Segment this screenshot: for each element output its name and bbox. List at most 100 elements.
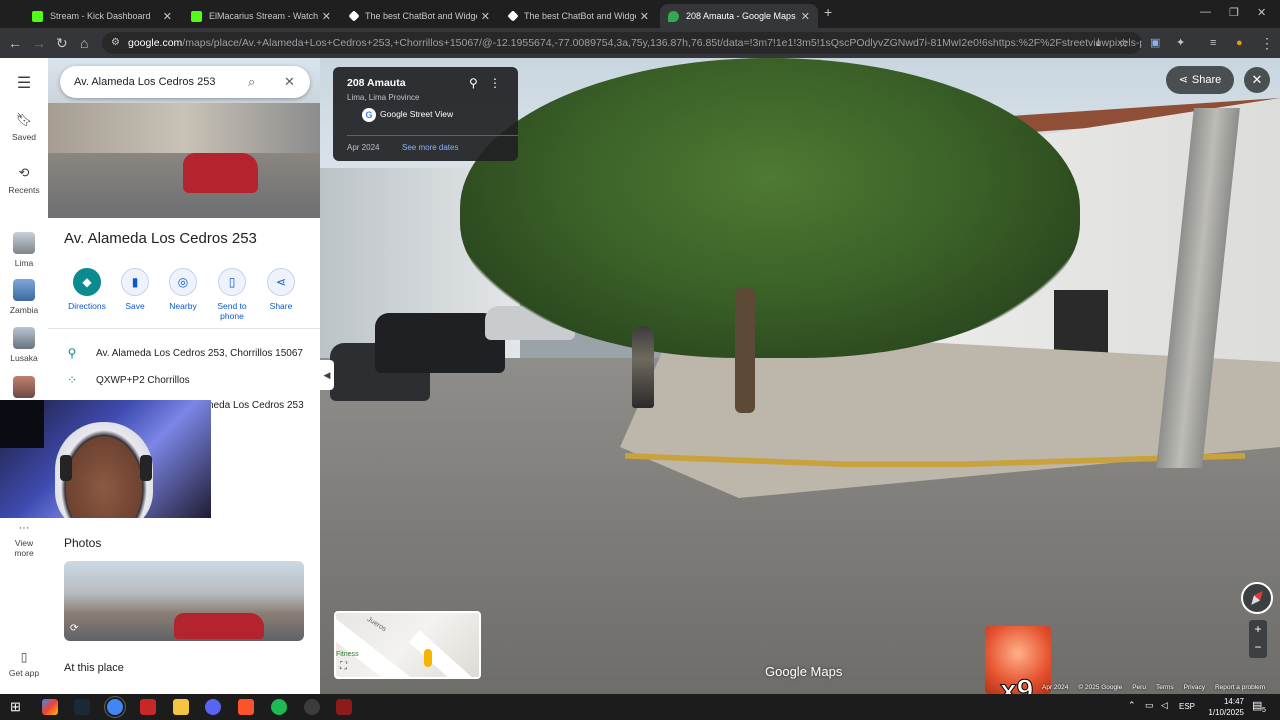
save-button[interactable]: ▮ Save [110,268,160,311]
search-input[interactable]: Av. Alameda Los Cedros 253 ⌕ ✕ [60,66,310,98]
webcam-overlay [0,400,211,518]
media-controls-icon[interactable]: ≡ [1210,34,1216,52]
site-info-icon[interactable]: ⚙ [111,32,120,54]
clear-search-icon[interactable]: ✕ [284,66,295,98]
close-street-view-icon[interactable]: ✕ [1244,67,1270,93]
pedestrian [632,326,654,408]
minimize-icon[interactable]: — [1200,6,1211,18]
copilot-icon[interactable] [42,699,58,715]
tab-google-maps[interactable]: 208 Amauta - Google Maps ✕ [660,4,818,28]
discord-icon[interactable] [205,699,221,715]
directions-icon: ◆ [73,268,101,296]
rail-recent-lima[interactable]: Lima [0,232,48,268]
reload-icon[interactable]: ↻ [56,34,68,52]
kick-icon [191,10,202,22]
chrome-icon[interactable] [107,699,123,715]
mini-map[interactable]: Jueros Fitness ⛶ [334,611,481,679]
obs-icon[interactable] [304,699,320,715]
extensions-icon[interactable]: ✦ [1176,34,1185,52]
bookmark-icon: ▮ [121,268,149,296]
street-view-info-card: 208 Amauta Lima, Lima Province ⚲ ⋮ G Goo… [333,67,518,161]
rail-recent-zambia[interactable]: Zambia [0,279,48,315]
compass-icon[interactable] [1241,582,1273,614]
rail-lima-label: Lima [14,258,34,268]
install-app-icon[interactable]: ⤓ [1096,34,1101,52]
tab-label: The best ChatBot and Widgets [365,11,477,21]
volume-icon[interactable]: ◁ [1161,700,1168,711]
file-explorer-icon[interactable] [173,699,189,715]
tab-elmacarius-stream[interactable]: ElMacarius Stream - Watch Live ✕ [183,4,339,28]
app-icon[interactable] [336,699,352,715]
expand-map-icon[interactable]: ⛶ [340,661,347,672]
footer-privacy-link[interactable]: Privacy [1184,684,1205,694]
new-tab-icon[interactable]: + [824,4,832,20]
language-indicator[interactable]: ESP [1179,702,1195,711]
rail-saved-label: Saved [11,132,37,142]
tray-overflow-icon[interactable]: ⌃ [1128,700,1136,711]
rail-saved[interactable]: 🔖︎ Saved [0,112,48,142]
clock[interactable]: 14:47 1/10/2025 [1208,696,1244,718]
network-icon[interactable]: ▭ [1145,700,1154,711]
directions-label: Directions [68,301,106,311]
more-dots-icon: ··· [18,522,30,534]
rail-get-app[interactable]: ▯ Get app [0,650,48,678]
close-tab-icon[interactable]: ✕ [636,10,649,23]
minimap-street-label: Jueros [365,615,388,634]
browser-tab-strip: Stream - Kick Dashboard ✕ ElMacarius Str… [0,0,1280,28]
back-icon[interactable]: ← [8,34,22,52]
collapse-panel-button[interactable]: ◀ [320,360,334,390]
close-tab-icon[interactable]: ✕ [318,10,331,23]
rail-recent-lusaka[interactable]: Lusaka [0,327,48,363]
profile-avatar-icon[interactable]: ● [1236,34,1243,52]
tab-kick-dashboard[interactable]: Stream - Kick Dashboard ✕ [24,4,180,28]
rail-recent-extra[interactable] [0,376,48,402]
forward-icon[interactable]: → [32,34,46,52]
notification-icon[interactable]: ▤ [1252,699,1262,712]
more-options-icon[interactable]: ⋮ [489,76,501,90]
address-bar[interactable]: ⚙ google.com/maps/place/Av.+Alameda+Los+… [102,32,1142,54]
rail-view-more[interactable]: ··· View more [0,522,48,558]
see-more-dates-link[interactable]: See more dates [402,143,458,152]
plus-code-row[interactable]: ⁘ QXWP+P2 Chorrillos [64,373,190,387]
restore-icon[interactable]: ❐ [1229,6,1239,19]
zoom-in-icon[interactable]: + [1249,620,1267,638]
share-button[interactable]: ⋖ Share [256,268,306,311]
footer-terms-link[interactable]: Terms [1156,684,1174,694]
street-view-canvas[interactable]: 208 Amauta Lima, Lima Province ⚲ ⋮ G Goo… [320,58,1280,694]
footer-date: Apr 2024 [1042,684,1069,691]
close-window-icon[interactable]: ✕ [1257,6,1266,19]
windows-start-icon[interactable]: ⊞ [10,699,21,715]
tab-chatbot-1[interactable]: The best ChatBot and Widgets ✕ [342,4,498,28]
location-pin-icon[interactable]: ⚲ [469,76,478,90]
street-view-photo[interactable]: ⟳ [64,561,304,641]
zoom-out-icon[interactable]: − [1249,638,1267,656]
directions-button[interactable]: ◆ Directions [62,268,112,311]
send-to-phone-button[interactable]: ▯ Send to phone [207,268,257,321]
footer-country[interactable]: Peru [1132,684,1146,694]
app-icon[interactable] [140,699,156,715]
footer-report-link[interactable]: Report a problem [1215,684,1265,694]
capture-date: Apr 2024 [347,143,380,152]
close-tab-icon[interactable]: ✕ [797,10,810,23]
rail-recents[interactable]: ⟲ Recents [0,165,48,195]
tab-chatbot-2[interactable]: The best ChatBot and Widgets ✕ [501,4,657,28]
nearby-button[interactable]: ◎ Nearby [158,268,208,311]
plus-code-text: QXWP+P2 Chorrillos [96,374,190,386]
partial-info-row[interactable]: neda Los Cedros 253 [208,400,304,411]
clock-date: 1/10/2025 [1208,708,1244,717]
bookmark-star-icon[interactable]: ☆ [1118,34,1129,52]
divider [48,328,320,329]
close-tab-icon[interactable]: ✕ [477,10,490,23]
address-row[interactable]: ⚲ Av. Alameda Los Cedros 253, Chorrillos… [64,346,303,360]
spotify-icon[interactable] [271,699,287,715]
home-icon[interactable]: ⌂ [80,34,88,52]
translate-icon[interactable]: ▣ [1150,34,1160,52]
browser-menu-icon[interactable]: ⋮ [1260,34,1274,52]
lima-thumbnail [13,232,35,254]
close-tab-icon[interactable]: ✕ [159,10,172,23]
street-view-share-button[interactable]: ⋖ Share [1166,66,1234,94]
hamburger-icon[interactable]: ☰ [0,73,48,93]
steam-icon[interactable] [74,699,90,715]
search-icon[interactable]: ⌕ [248,66,255,98]
brave-icon[interactable] [238,699,254,715]
